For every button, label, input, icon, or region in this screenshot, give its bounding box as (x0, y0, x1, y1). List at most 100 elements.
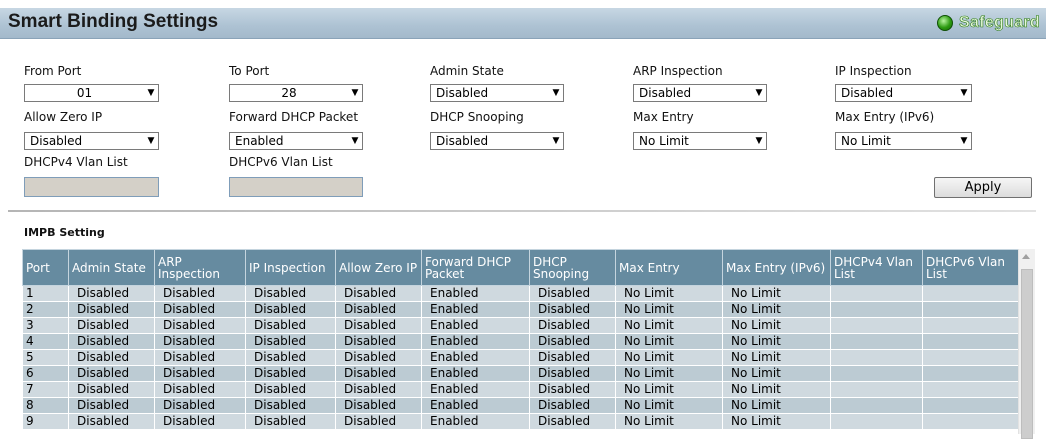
table-cell: Disabled (335, 413, 422, 430)
forward-dhcp-packet-select[interactable]: Enabled ▼ (229, 132, 363, 150)
table-cell (922, 397, 1019, 414)
table-cell: Disabled (68, 317, 155, 334)
table-cell: No Limit (615, 285, 723, 302)
admin-state-select[interactable]: Disabled ▼ (430, 84, 564, 102)
table-row: 7 Disabled Disabled Disabled Disabled Enabled… (22, 381, 1019, 398)
table-cell: Enabled (421, 381, 530, 398)
ip-inspection-select[interactable]: Disabled ▼ (835, 84, 972, 102)
table-cell: No Limit (615, 397, 723, 414)
table-cell: Disabled (68, 381, 155, 398)
table-cell: Disabled (335, 349, 422, 366)
max-entry-label: Max Entry (633, 110, 694, 124)
column-header: Max Entry (IPv6) (722, 249, 831, 286)
table-row: 4 Disabled Disabled Disabled Disabled Enabled… (22, 333, 1019, 350)
table-cell: Disabled (529, 333, 616, 350)
triangle-down-icon: ▼ (960, 136, 968, 146)
table-cell: No Limit (615, 381, 723, 398)
table-cell: No Limit (722, 381, 831, 398)
column-header: ARP Inspection (154, 249, 246, 286)
table-cell (830, 381, 923, 398)
triangle-up-icon[interactable] (1022, 254, 1030, 259)
table-cell: Enabled (421, 397, 530, 414)
arp-inspection-select[interactable]: Disabled ▼ (633, 84, 767, 102)
allow-zero-ip-label: Allow Zero IP (24, 110, 103, 124)
scrollbar-thumb[interactable] (1021, 269, 1033, 439)
table-cell: Disabled (335, 285, 422, 302)
to-port-value: 28 (281, 86, 297, 100)
table-cell: No Limit (722, 413, 831, 430)
table-cell (830, 349, 923, 366)
to-port-select[interactable]: 28 ▼ (229, 84, 363, 102)
arp-inspection-label: ARP Inspection (633, 64, 723, 78)
table-cell: Disabled (68, 349, 155, 366)
triangle-down-icon: ▼ (351, 88, 359, 98)
table-cell: Enabled (421, 349, 530, 366)
dhcpv4-vlan-list-input[interactable] (24, 177, 159, 197)
table-cell: Disabled (335, 381, 422, 398)
max-entry-ipv6-label: Max Entry (IPv6) (835, 110, 935, 124)
table-cell (922, 365, 1019, 382)
table-cell: 5 (22, 349, 69, 366)
table-cell: Disabled (68, 333, 155, 350)
triangle-down-icon: ▼ (755, 136, 763, 146)
table-cell: Disabled (335, 397, 422, 414)
column-header: DHCP Snooping (529, 249, 616, 286)
from-port-select[interactable]: 01 ▼ (24, 84, 159, 102)
table-cell: Disabled (154, 301, 246, 318)
table-cell: Disabled (154, 397, 246, 414)
table-cell: Enabled (421, 413, 530, 430)
dhcp-snooping-select[interactable]: Disabled ▼ (430, 132, 564, 150)
table-cell (922, 317, 1019, 334)
table-cell: Disabled (154, 413, 246, 430)
table-row: 9 Disabled Disabled Disabled Disabled Enabled… (22, 413, 1019, 430)
table-cell: Disabled (154, 365, 246, 382)
vertical-scrollbar[interactable] (1018, 249, 1035, 439)
table-cell: 2 (22, 301, 69, 318)
table-cell: No Limit (722, 365, 831, 382)
table-cell: Enabled (421, 317, 530, 334)
forward-dhcp-packet-value: Enabled (235, 134, 284, 148)
column-header: Port (22, 249, 69, 286)
table-cell (922, 381, 1019, 398)
table-cell: Disabled (68, 301, 155, 318)
dhcpv6-vlan-list-input[interactable] (229, 177, 363, 197)
column-header: Admin State (68, 249, 155, 286)
table-cell: Disabled (245, 317, 336, 334)
dhcpv6-vlan-list-label: DHCPv6 Vlan List (229, 155, 333, 169)
dhcp-snooping-label: DHCP Snooping (430, 110, 524, 124)
table-cell: Disabled (529, 301, 616, 318)
table-cell: Enabled (421, 333, 530, 350)
max-entry-ipv6-value: No Limit (841, 134, 891, 148)
table-cell: Disabled (529, 381, 616, 398)
table-cell (922, 413, 1019, 430)
table-cell: No Limit (615, 333, 723, 350)
table-cell (922, 333, 1019, 350)
table-row: 5 Disabled Disabled Disabled Disabled Enabled… (22, 349, 1019, 366)
page-title: Smart Binding Settings (8, 11, 219, 32)
column-header: Forward DHCP Packet (421, 249, 530, 286)
column-header: DHCPv4 Vlan List (830, 249, 923, 286)
allow-zero-ip-select[interactable]: Disabled ▼ (24, 132, 159, 150)
table-cell: Disabled (245, 413, 336, 430)
apply-button[interactable]: Apply (934, 177, 1032, 198)
allow-zero-ip-value: Disabled (30, 134, 83, 148)
table-cell: Disabled (335, 333, 422, 350)
table-cell: No Limit (615, 349, 723, 366)
table-row: 1 Disabled Disabled Disabled Disabled Enabled… (22, 285, 1019, 302)
max-entry-select[interactable]: No Limit ▼ (633, 132, 767, 150)
impb-section-title: IMPB Setting (24, 226, 105, 239)
table-cell: Disabled (245, 349, 336, 366)
table-cell (830, 365, 923, 382)
dhcpv4-vlan-list-label: DHCPv4 Vlan List (24, 155, 128, 169)
table-cell: 8 (22, 397, 69, 414)
table-cell: Disabled (68, 397, 155, 414)
table-cell (830, 285, 923, 302)
table-header-row: Port Admin State ARP Inspection IP Inspecti… (22, 249, 1019, 286)
table-row: 8 Disabled Disabled Disabled Disabled Enabled… (22, 397, 1019, 414)
page-header: Smart Binding Settings Safeguard (0, 8, 1046, 39)
max-entry-ipv6-select[interactable]: No Limit ▼ (835, 132, 972, 150)
ip-inspection-label: IP Inspection (835, 64, 912, 78)
table-cell: 6 (22, 365, 69, 382)
table-cell: Disabled (335, 317, 422, 334)
admin-state-value: Disabled (436, 86, 489, 100)
